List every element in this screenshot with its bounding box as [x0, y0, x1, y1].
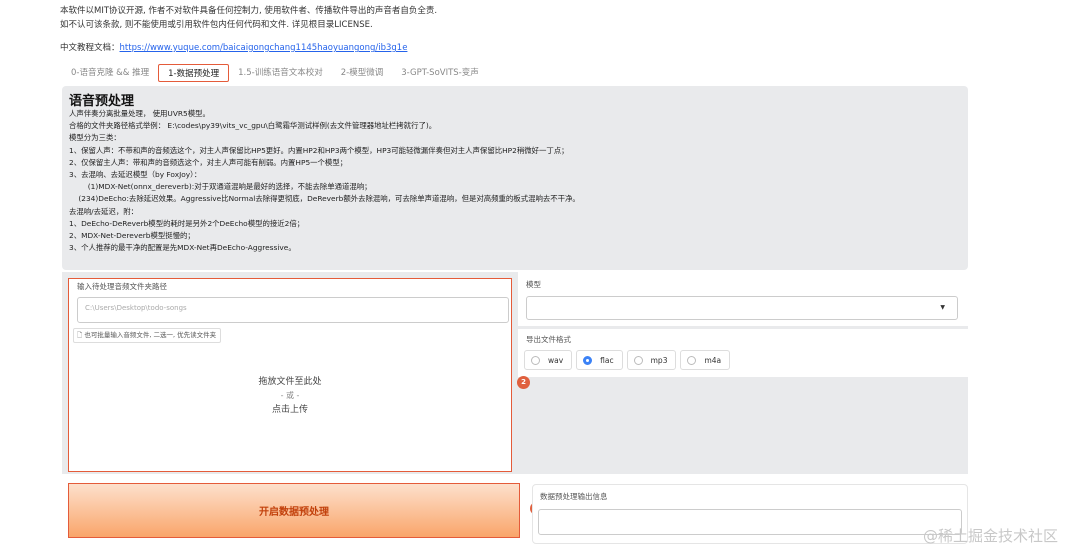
format-option-mp3[interactable]: mp3 — [626, 350, 677, 370]
format-option-label: mp3 — [650, 355, 668, 365]
watermark: @稀土掘金技术社区 — [922, 527, 1058, 545]
format-panel: 导出文件格式 wav flac mp3 m4a — [518, 329, 968, 377]
file-drop-zone[interactable]: 拖放文件至此处 - 或 - 点击上传 — [69, 375, 511, 417]
format-label: 导出文件格式 — [526, 335, 571, 344]
hint-text: 也可批量输入音频文件, 二选一, 优先读文件夹 — [84, 331, 217, 339]
model-panel: 模型 ▼ — [518, 272, 968, 326]
tab-inference[interactable]: 0-语音克隆 && 推理 — [62, 64, 158, 82]
section-title: 语音预处理 — [69, 94, 135, 109]
desc-line: 模型分为三类： — [69, 133, 121, 143]
desc-line: (234)DeEcho:去除延迟效果。Aggressive比Normal去除得更… — [69, 194, 580, 204]
upload-label: 输入待处理音频文件夹路径 — [77, 282, 167, 291]
file-upload-hint[interactable]: 🗋 也可批量输入音频文件, 二选一, 优先读文件夹 — [73, 328, 222, 343]
desc-line: 合格的文件夹路径格式举例： E:\codes\py39\vits_vc_gpu\… — [69, 121, 437, 131]
tab-finetune[interactable]: 2-模型微调 — [332, 64, 392, 82]
radio-icon — [687, 355, 697, 365]
radio-checked-icon — [583, 355, 593, 365]
format-option-label: flac — [600, 355, 614, 365]
upload-panel: 输入待处理音频文件夹路径 C:\Users\Desktop\todo-songs… — [68, 278, 512, 472]
desc-line: 2、仅保留主人声：带和声的音频选这个，对主人声可能有削弱。内置HP5一个模型； — [69, 157, 348, 167]
license-notice-2: 如不认可该条款, 则不能使用或引用软件包内任何代码和文件. 详见根目录LICEN… — [60, 20, 373, 30]
drop-or: - 或 - — [280, 391, 300, 400]
format-radio-group: wav flac mp3 m4a — [524, 350, 731, 370]
radio-icon — [633, 355, 643, 365]
format-option-flac[interactable]: flac — [576, 350, 623, 370]
tab-preprocess[interactable]: 1-数据预处理 — [158, 64, 230, 82]
format-option-label: m4a — [704, 355, 722, 365]
format-option-label: wav — [548, 355, 564, 365]
folder-path-input[interactable]: C:\Users\Desktop\todo-songs — [77, 297, 509, 323]
output-panel: 数据预处理输出信息 — [532, 484, 968, 544]
desc-line: 1、保留人声：不带和声的音频选这个，对主人声保留比HP5更好。内置HP2和HP3… — [69, 145, 569, 155]
desc-line: 2、MDX-Net-Dereverb模型挺慢的； — [69, 231, 195, 241]
output-textbox[interactable] — [538, 509, 962, 535]
desc-line: (1)MDX-Net(onnx_dereverb):对于双通道混响是最好的选择，… — [69, 182, 372, 192]
description-panel: 语音预处理 人声伴奏分离批量处理， 使用UVR5模型。 合格的文件夹路径格式举例… — [62, 86, 968, 270]
radio-icon — [531, 355, 540, 365]
click-upload-text: 点击上传 — [271, 405, 308, 415]
format-option-wav[interactable]: wav — [524, 350, 573, 370]
license-notice-1: 本软件以MIT协议开源, 作者不对软件具备任何控制力, 使用软件者、传播软件导出… — [60, 6, 438, 16]
desc-line: 1、DeEcho-DeReverb模型的耗时是另外2个DeEcho模型的接近2倍… — [69, 218, 305, 228]
desc-line: 3、个人推荐的最干净的配置是先MDX-Net再DeEcho-Aggressive… — [69, 243, 296, 253]
tutorial-label: 中文教程文档： — [60, 43, 120, 53]
tab-voice-change[interactable]: 3-GPT-SoVITS-变声 — [392, 64, 488, 82]
tutorial-link[interactable]: https://www.yuque.com/baicaigongchang114… — [120, 43, 408, 53]
desc-line: 3、去混响、去延迟模型（by FoxJoy）： — [69, 170, 202, 180]
model-label: 模型 — [526, 280, 541, 289]
drop-text: 拖放文件至此处 — [258, 377, 322, 387]
desc-line: 去混响/去延迟，附： — [69, 206, 139, 216]
description-text: 人声伴奏分离批量处理， 使用UVR5模型。 合格的文件夹路径格式举例： E:\c… — [69, 108, 959, 254]
file-icon: 🗋 — [77, 331, 83, 339]
step-marker-2: 2 — [517, 376, 530, 389]
desc-line: 人声伴奏分离批量处理， 使用UVR5模型。 — [69, 109, 210, 118]
tutorial-line: 中文教程文档：https://www.yuque.com/baicaigongc… — [60, 41, 407, 53]
format-option-m4a[interactable]: m4a — [680, 350, 731, 370]
start-preprocess-button[interactable]: 开启数据预处理 — [68, 483, 520, 538]
chevron-down-icon: ▼ — [940, 304, 945, 311]
tab-proofread[interactable]: 1.5-训练语音文本校对 — [229, 64, 332, 82]
output-label: 数据预处理输出信息 — [540, 492, 608, 501]
model-dropdown[interactable]: ▼ — [526, 296, 958, 320]
tab-bar: 0-语音克隆 && 推理 1-数据预处理 1.5-训练语音文本校对 2-模型微调… — [62, 62, 488, 84]
